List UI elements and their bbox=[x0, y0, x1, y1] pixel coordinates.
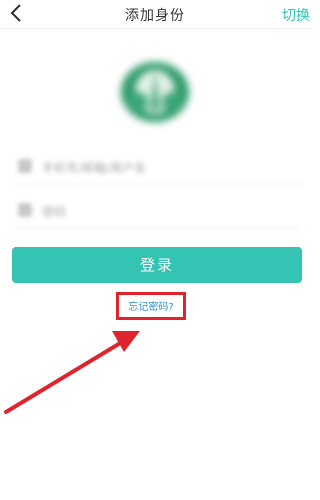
password-placeholder: 密码 bbox=[42, 205, 67, 219]
header-divider bbox=[0, 28, 310, 29]
switch-button[interactable]: 切换 bbox=[282, 5, 310, 25]
lock-icon bbox=[18, 203, 32, 217]
user-icon bbox=[18, 159, 32, 173]
password-input[interactable]: 密码 bbox=[14, 194, 302, 229]
login-button[interactable]: 登录 bbox=[12, 247, 302, 283]
page-title: 添加身份 bbox=[125, 8, 185, 24]
top-nav-bar: 添加身份 切换 bbox=[0, 0, 310, 28]
account-placeholder: 手机号/邮箱/用户名 bbox=[42, 161, 147, 175]
avatar-logo-icon bbox=[121, 62, 189, 122]
forgot-password-link[interactable]: 忘记密码? bbox=[116, 298, 186, 313]
account-input[interactable]: 手机号/邮箱/用户名 bbox=[14, 150, 302, 185]
